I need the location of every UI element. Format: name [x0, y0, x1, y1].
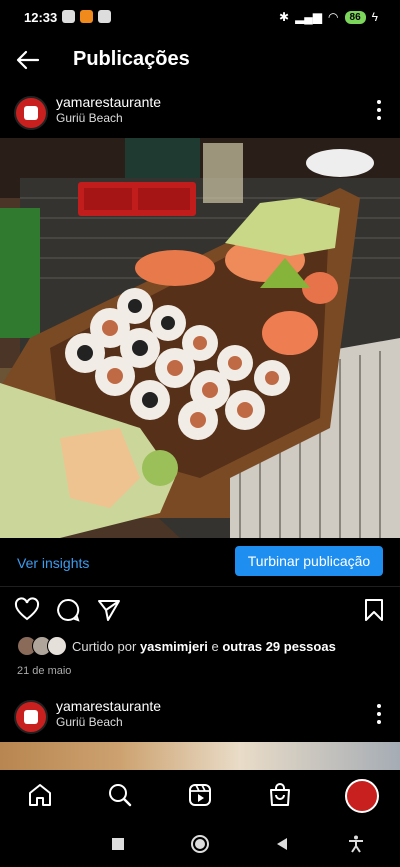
post-actions	[0, 594, 400, 628]
liker-avatar	[47, 636, 67, 656]
reels-icon[interactable]	[187, 782, 213, 808]
bluetooth-icon: ✱	[279, 10, 290, 24]
system-navigation	[0, 822, 400, 867]
post-location[interactable]: Guriü Beach	[56, 715, 123, 729]
boost-post-button[interactable]: Turbinar publicação	[235, 546, 383, 576]
post-location[interactable]: Guriü Beach	[56, 111, 123, 125]
post-username[interactable]: yamarestaurante	[56, 94, 161, 110]
post-image[interactable]	[0, 138, 400, 538]
back-triangle-icon[interactable]	[272, 834, 292, 854]
next-post-image[interactable]	[0, 742, 400, 770]
likes-conjunction: e	[211, 639, 219, 654]
app-header: Publicações	[0, 36, 400, 84]
more-vertical-icon[interactable]	[376, 704, 382, 724]
bookmark-icon[interactable]	[361, 597, 387, 623]
share-icon[interactable]	[96, 597, 122, 623]
likes-summary: Curtido por yasmimjeri e outras 29 pesso…	[0, 636, 400, 658]
likes-text[interactable]: Curtido por yasmimjeri e outras 29 pesso…	[72, 639, 336, 654]
bottom-navigation	[0, 770, 400, 822]
status-time: 12:33	[24, 10, 58, 25]
insights-bar: Ver insights Turbinar publicação	[0, 538, 400, 587]
view-insights-link[interactable]: Ver insights	[17, 555, 89, 571]
accessibility-icon[interactable]	[346, 834, 366, 854]
shop-icon[interactable]	[267, 782, 293, 808]
post-header: yamarestaurante Guriü Beach	[0, 90, 400, 134]
likes-others[interactable]: outras 29 pessoas	[222, 639, 335, 654]
liker-avatars[interactable]	[17, 636, 67, 656]
profile-avatar[interactable]	[345, 779, 379, 813]
wifi-icon: ◠	[328, 10, 339, 24]
page-title: Publicações	[73, 48, 190, 70]
home-button-icon[interactable]	[190, 834, 210, 854]
post-username[interactable]: yamarestaurante	[56, 698, 161, 714]
notification-icons	[62, 10, 111, 23]
back-arrow-icon[interactable]	[14, 46, 42, 74]
battery-indicator: 86	[344, 10, 366, 24]
liker-username[interactable]: yasmimjeri	[140, 639, 208, 654]
avatar[interactable]	[14, 700, 48, 734]
search-icon[interactable]	[107, 782, 133, 808]
charging-icon: ϟ	[371, 10, 378, 24]
spotify-icon	[62, 10, 75, 23]
status-bar: 12:33 ✱ ▂▄▆ ◠ 86 ϟ	[0, 0, 400, 36]
heart-icon[interactable]	[14, 597, 40, 623]
next-post-header: yamarestaurante Guriü Beach	[0, 694, 400, 738]
likes-prefix: Curtido por	[72, 639, 137, 654]
app-icon	[80, 10, 93, 23]
avatar[interactable]	[14, 96, 48, 130]
recents-icon[interactable]	[108, 834, 128, 854]
comment-icon[interactable]	[55, 597, 81, 623]
home-icon[interactable]	[27, 782, 53, 808]
post-date: 21 de maio	[17, 665, 72, 677]
signal-icon: ▂▄▆	[295, 10, 323, 24]
more-vertical-icon[interactable]	[376, 100, 382, 120]
instagram-icon	[98, 10, 111, 23]
system-status: ✱ ▂▄▆ ◠ 86 ϟ	[279, 10, 378, 24]
